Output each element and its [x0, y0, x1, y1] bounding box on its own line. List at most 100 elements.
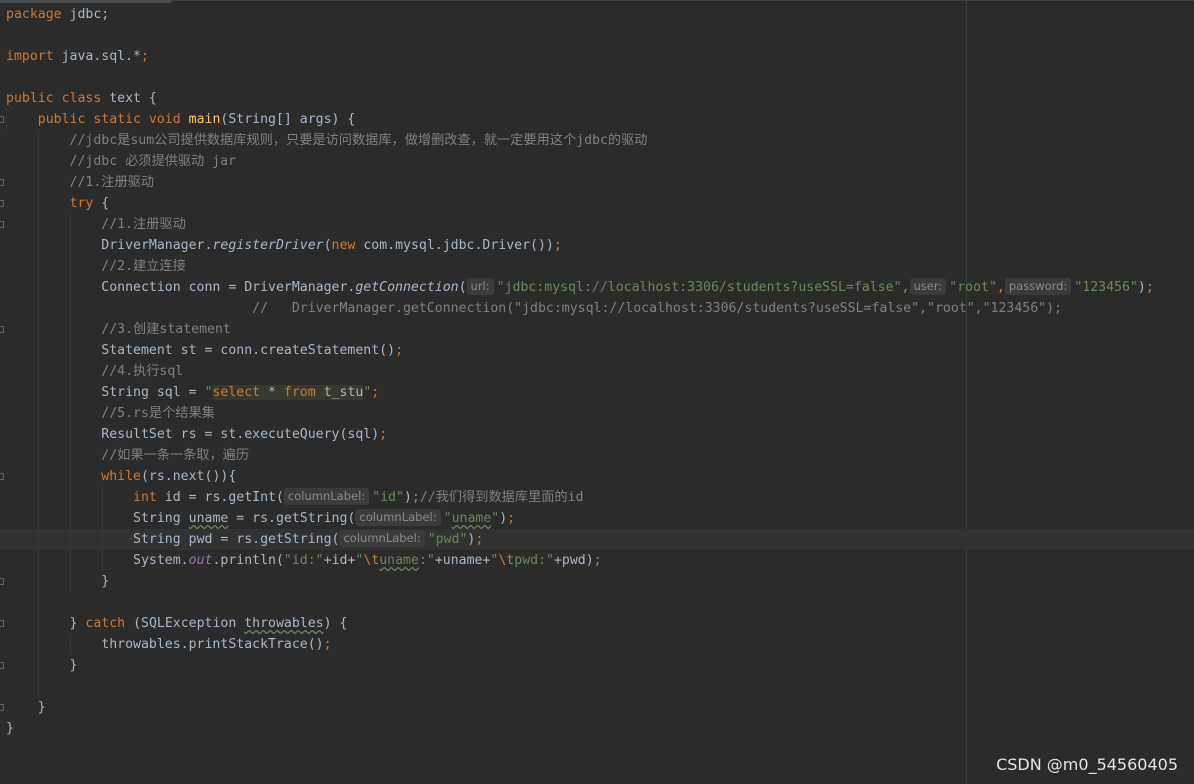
code-line-11: //1.注册驱动 — [0, 214, 1194, 235]
indent-guide — [38, 319, 39, 340]
indent-guide — [70, 361, 71, 382]
fold-marker-icon[interactable] — [0, 662, 4, 669]
indent-guide — [38, 655, 39, 676]
code-line-17: Statement st = conn.createStatement(); — [0, 340, 1194, 361]
code-area[interactable]: package jdbc; import java.sql.*; public … — [0, 4, 1194, 739]
param-hint-url: url: — [466, 278, 494, 295]
param-hint-column-label: columnLabel: — [339, 530, 425, 547]
indent-guide — [70, 550, 71, 571]
code-line-25: String uname = rs.getString(columnLabel:… — [0, 508, 1194, 529]
indent-guide — [70, 340, 71, 361]
indent-guide — [38, 340, 39, 361]
code-line-19: String sql = "select * from t_stu"; — [0, 382, 1194, 403]
indent-guide — [70, 571, 71, 592]
code-line-32: } — [0, 655, 1194, 676]
code-line-26-current: String pwd = rs.getString(columnLabel: "p… — [0, 529, 1194, 550]
code-line-20: //5.rs是个结果集 — [0, 403, 1194, 424]
code-line-31: throwables.printStackTrace(); — [0, 634, 1194, 655]
indent-guide — [38, 382, 39, 403]
indent-guide — [70, 424, 71, 445]
param-hint-column-label: columnLabel: — [355, 509, 441, 526]
code-line-13: //2.建立连接 — [0, 256, 1194, 277]
code-line-16: //3.创建statement — [0, 319, 1194, 340]
indent-guide — [38, 487, 39, 508]
indent-guide — [70, 214, 71, 235]
indent-guide — [38, 676, 39, 697]
indent-guide — [38, 613, 39, 634]
indent-guide — [38, 172, 39, 193]
param-hint-password: password: — [1004, 278, 1072, 295]
indent-guide — [102, 508, 103, 529]
indent-guide — [38, 634, 39, 655]
fold-marker-icon[interactable] — [0, 200, 4, 207]
indent-guide — [70, 508, 71, 529]
code-line-28: } — [0, 571, 1194, 592]
indent-guide — [70, 403, 71, 424]
fold-marker-icon[interactable] — [0, 179, 4, 186]
indent-guide — [38, 403, 39, 424]
indent-guide — [70, 529, 71, 550]
fold-marker-icon[interactable] — [0, 473, 4, 480]
indent-guide — [38, 571, 39, 592]
indent-guide — [38, 277, 39, 298]
indent-guide — [38, 424, 39, 445]
indent-guide — [38, 298, 39, 319]
fold-marker-icon[interactable] — [0, 578, 4, 585]
code-line-35: } — [6, 721, 14, 736]
indent-guide — [70, 277, 71, 298]
code-line-15: // DriverManager.getConnection("jdbc:mys… — [0, 298, 1194, 319]
code-line-8: //jdbc 必须提供驱动 jar — [0, 151, 1194, 172]
param-hint-user: user: — [909, 278, 947, 295]
indent-guide — [38, 508, 39, 529]
indent-guide — [70, 466, 71, 487]
code-line-22: //如果一条一条取，遍历 — [0, 445, 1194, 466]
indent-guide — [38, 529, 39, 550]
fold-marker-icon[interactable] — [0, 620, 4, 627]
indent-guide — [102, 487, 103, 508]
code-line-10: try { — [0, 193, 1194, 214]
code-line-9: //1.注册驱动 — [0, 172, 1194, 193]
indent-guide — [70, 634, 71, 655]
indent-guide — [38, 256, 39, 277]
code-line-23: while(rs.next()){ — [0, 466, 1194, 487]
indent-guide — [102, 529, 103, 550]
indent-guide — [70, 256, 71, 277]
code-line-1: package jdbc; — [6, 7, 110, 22]
indent-guide — [70, 235, 71, 256]
sql-injection-highlight: select * from t_stu — [212, 385, 364, 400]
indent-guide — [70, 382, 71, 403]
indent-guide — [70, 298, 71, 319]
indent-guide — [70, 487, 71, 508]
code-line-33 — [0, 676, 1194, 697]
code-line-21: ResultSet rs = st.executeQuery(sql); — [0, 424, 1194, 445]
fold-marker-icon[interactable] — [0, 116, 4, 123]
code-line-14: Connection conn = DriverManager.getConne… — [0, 277, 1194, 298]
code-line-7: //jdbc是sum公司提供数据库规则，只要是访问数据库，做增删改查，就一定要用… — [0, 130, 1194, 151]
indent-guide — [38, 151, 39, 172]
indent-guide — [38, 466, 39, 487]
csdn-watermark: CSDN @m0_54560405 — [996, 755, 1178, 774]
fold-marker-icon[interactable] — [0, 326, 4, 333]
indent-guide — [38, 445, 39, 466]
fold-marker-icon[interactable] — [0, 221, 4, 228]
code-editor[interactable]: package jdbc; import java.sql.*; public … — [0, 0, 1194, 784]
param-hint-column-label: columnLabel: — [283, 488, 370, 505]
indent-guide — [38, 130, 39, 151]
active-tab-indicator — [0, 0, 171, 3]
indent-guide — [6, 109, 7, 130]
indent-guide — [38, 592, 39, 613]
indent-guide — [38, 550, 39, 571]
indent-guide — [70, 319, 71, 340]
code-line-34: } — [0, 697, 1194, 718]
code-line-24: int id = rs.getInt(columnLabel: "id");//我… — [0, 487, 1194, 508]
indent-guide — [70, 445, 71, 466]
indent-guide — [38, 193, 39, 214]
indent-guide — [102, 550, 103, 571]
editor-top-border — [171, 0, 1194, 1]
code-line-27: System.out.println("id:"+id+"\tuname:"+u… — [0, 550, 1194, 571]
fold-marker-icon[interactable] — [0, 704, 4, 711]
indent-guide — [38, 214, 39, 235]
indent-guide — [38, 235, 39, 256]
